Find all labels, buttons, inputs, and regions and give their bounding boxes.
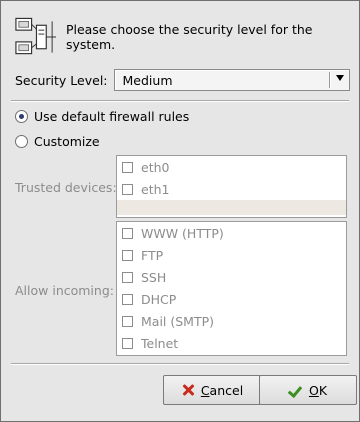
- checkbox-icon[interactable]: [122, 161, 133, 173]
- cancel-x-icon: [181, 383, 195, 397]
- security-level-label: Security Level:: [15, 72, 108, 88]
- security-level-select[interactable]: Medium: [113, 69, 350, 91]
- service-label: WWW (HTTP): [141, 225, 224, 241]
- list-item[interactable]: eth0: [117, 156, 346, 178]
- checkbox-icon[interactable]: [122, 315, 133, 327]
- ok-button[interactable]: OK: [259, 375, 357, 405]
- header-text: Please choose the security level for the…: [65, 22, 313, 52]
- ok-button-label: OK: [309, 383, 327, 398]
- radio-unselected-icon[interactable]: [15, 135, 28, 148]
- allow-incoming-list[interactable]: WWW (HTTP) FTP SSH DHCP Mail (SMTP) Teln…: [116, 221, 347, 356]
- radio-selected-icon[interactable]: [15, 110, 28, 123]
- checkbox-icon[interactable]: [122, 337, 133, 349]
- service-label: DHCP: [141, 291, 177, 307]
- divider: [11, 100, 349, 102]
- cancel-mnemonic: C: [200, 382, 210, 398]
- list-item[interactable]: DHCP: [117, 288, 346, 310]
- service-label: FTP: [141, 247, 164, 263]
- list-item[interactable]: SSH: [117, 266, 346, 288]
- allow-incoming-label: Allow incoming:: [15, 283, 114, 298]
- cancel-label-rest: ancel: [209, 382, 244, 398]
- dialog-header: Please choose the security level for the…: [13, 15, 359, 59]
- security-level-value: Medium: [122, 72, 173, 88]
- list-item[interactable]: eth1: [117, 178, 346, 200]
- service-label: Mail (SMTP): [141, 313, 215, 329]
- list-item[interactable]: Mail (SMTP): [117, 310, 346, 332]
- checkbox-icon[interactable]: [122, 227, 133, 239]
- list-item[interactable]: WWW (HTTP): [117, 222, 346, 244]
- cancel-button[interactable]: Cancel: [163, 375, 261, 405]
- device-label: eth1: [141, 181, 170, 197]
- radio-customize[interactable]: Customize: [15, 134, 100, 149]
- service-label: Telnet: [141, 335, 179, 351]
- radio-default-firewall[interactable]: Use default firewall rules: [15, 109, 189, 124]
- checkbox-icon[interactable]: [122, 249, 133, 261]
- cancel-button-label: Cancel: [201, 383, 243, 398]
- checkmark-icon: [289, 383, 303, 397]
- trusted-devices-label: Trusted devices:: [15, 180, 117, 195]
- dropdown-arrow-icon: [335, 75, 344, 81]
- button-separator: [11, 363, 349, 365]
- service-label: SSH: [141, 269, 167, 285]
- checkbox-icon[interactable]: [122, 183, 133, 195]
- list-item[interactable]: FTP: [117, 244, 346, 266]
- ok-mnemonic: O: [308, 382, 319, 398]
- checkbox-icon[interactable]: [122, 293, 133, 305]
- select-separator: [328, 72, 330, 88]
- security-level-row: Security Level: Medium: [15, 69, 350, 91]
- network-computers-icon: [15, 17, 57, 55]
- list-item[interactable]: Telnet: [117, 332, 346, 354]
- list-empty-area: [117, 200, 346, 215]
- device-label: eth0: [141, 159, 170, 175]
- radio-customize-label: Customize: [34, 134, 100, 149]
- security-level-dialog: Please choose the security level for the…: [0, 0, 360, 422]
- radio-default-label: Use default firewall rules: [34, 109, 190, 124]
- checkbox-icon[interactable]: [122, 271, 133, 283]
- ok-label-rest: K: [318, 382, 328, 398]
- trusted-devices-list[interactable]: eth0 eth1: [116, 155, 347, 218]
